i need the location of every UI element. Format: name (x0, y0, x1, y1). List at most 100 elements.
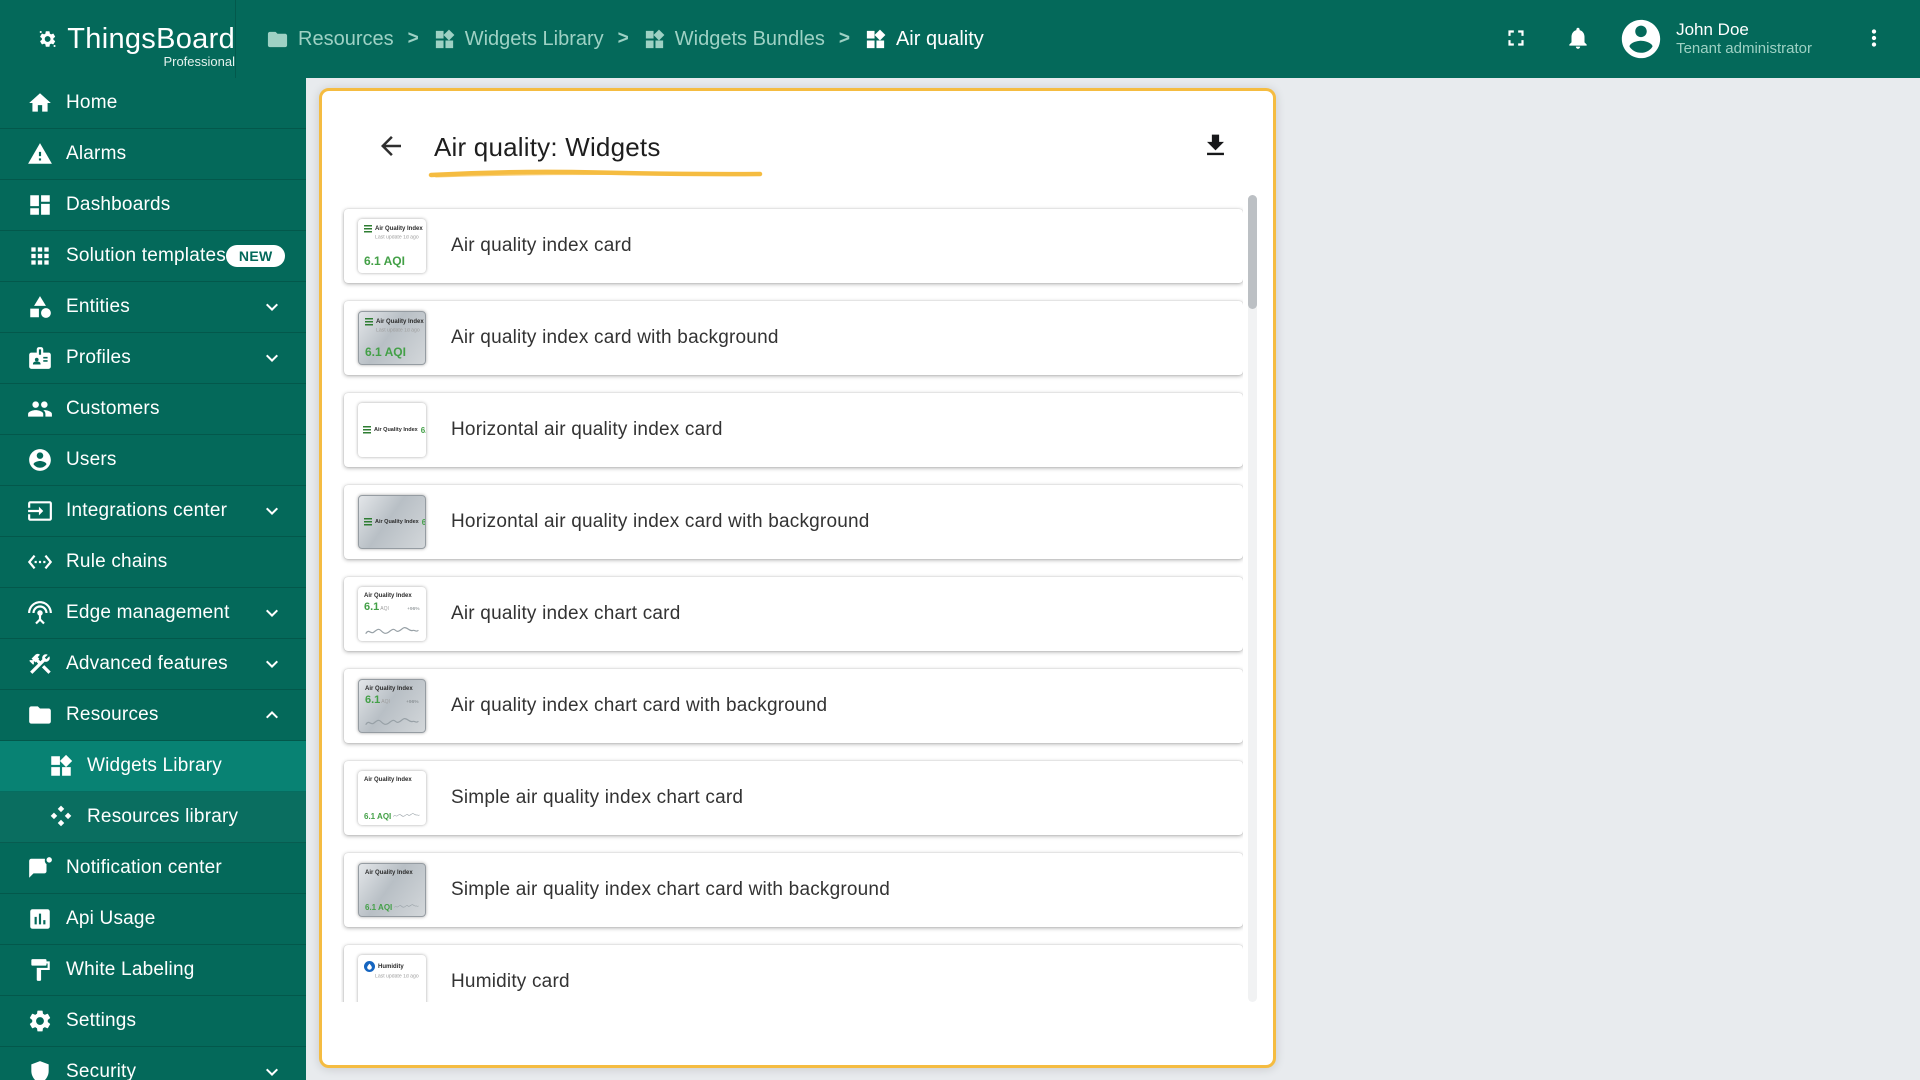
sidebar-item-edge-management[interactable]: Edge management (0, 588, 306, 639)
air-quality-icon (363, 426, 371, 434)
widget-row-air-quality-index-chart-card[interactable]: Air Quality Index 6.1 AQI +96% Air quality … (344, 577, 1243, 651)
edit-widget-button[interactable] (1112, 594, 1152, 634)
thumb-bottom-row: 6.1 AQI (365, 900, 419, 912)
sidebar-item-widgets-library[interactable]: Widgets Library (0, 741, 306, 792)
sidebar-item-home[interactable]: Home (0, 78, 306, 129)
sidebar-item-label: Solution templates (66, 245, 226, 266)
rule-chains-icon (27, 549, 53, 575)
brand-logo[interactable]: ThingsBoard Professional (0, 0, 236, 78)
widgets-bundle-card: Air quality: Widgets Air Quality Index La… (319, 88, 1276, 1068)
edge-icon (27, 600, 53, 626)
user-avatar[interactable] (1618, 16, 1664, 62)
sidebar-item-customers[interactable]: Customers (0, 384, 306, 435)
sidebar-item-label: Widgets Library (87, 755, 222, 776)
widget-row-air-quality-index-card-with-background[interactable]: Air Quality Index Last update 1d ago 6.1 A… (344, 301, 1243, 375)
widget-row-air-quality-index-card[interactable]: Air Quality Index Last update 1d ago 6.1 A… (344, 209, 1243, 283)
widget-row-simple-air-quality-index-chart-card-with-background[interactable]: Air Quality Index 6.1 AQI Simple air qual… (344, 853, 1243, 927)
breadcrumb-item-widgets-bundles[interactable]: Widgets Bundles (643, 28, 825, 51)
fullscreen-button[interactable] (1496, 19, 1536, 59)
sidebar-item-settings[interactable]: Settings (0, 996, 306, 1047)
air-quality-icon (364, 225, 372, 233)
download-widget-button[interactable] (1185, 870, 1225, 910)
breadcrumb-item-widgets-library[interactable]: Widgets Library (433, 28, 604, 51)
air-quality-icon (364, 518, 372, 526)
edit-widget-button[interactable] (1112, 318, 1152, 358)
title-highlight-underline (428, 169, 763, 177)
sidebar-item-resources[interactable]: Resources (0, 690, 306, 741)
widget-row-horizontal-air-quality-index-card[interactable]: Air Quality Index6.1 AQI Horizontal air … (344, 393, 1243, 467)
widgets-icon (48, 753, 74, 779)
edit-widget-button[interactable] (1112, 870, 1152, 910)
edit-widget-button[interactable] (1112, 502, 1152, 542)
widget-title: Air quality index card (451, 235, 632, 256)
widget-thumbnail-chart: Air Quality Index 6.1 AQI +96% (358, 679, 426, 733)
thumb-value: 6.1 AQI (364, 812, 392, 821)
sidebar-item-api-usage[interactable]: Api Usage (0, 894, 306, 945)
back-button[interactable] (370, 126, 412, 168)
download-widget-button[interactable] (1185, 410, 1225, 450)
download-widget-button[interactable] (1185, 318, 1225, 358)
notifications-button[interactable] (1558, 19, 1598, 59)
sidebar-item-entities[interactable]: Entities (0, 282, 306, 333)
widget-thumbnail-simple-chart: Air Quality Index 6.1 AQI (358, 863, 426, 917)
air-quality-icon (365, 318, 373, 326)
sidebar-item-label: Users (66, 449, 117, 470)
widget-row-humidity-card[interactable]: Humidity Last update 1d ago Humidity card (344, 945, 1243, 1002)
download-widget-button[interactable] (1185, 962, 1225, 1002)
download-widget-button[interactable] (1185, 686, 1225, 726)
list-scrollbar-thumb[interactable] (1248, 195, 1257, 309)
breadcrumb-item-resources[interactable]: Resources (266, 28, 394, 51)
thumb-value: 6.1 AQI (420, 425, 426, 435)
sidebar-item-resources-library[interactable]: Resources library (0, 792, 306, 843)
new-badge: NEW (225, 245, 286, 267)
more-menu-button[interactable] (1854, 19, 1894, 59)
download-widget-button[interactable] (1185, 502, 1225, 542)
edit-widget-button[interactable] (1112, 410, 1152, 450)
chevron-down-icon (260, 499, 284, 523)
download-icon (1201, 131, 1230, 163)
sidebar-item-integrations-center[interactable]: Integrations center (0, 486, 306, 537)
breadcrumb-item-air-quality[interactable]: Air quality (864, 28, 984, 51)
thumb-title: Humidity (378, 963, 404, 970)
widget-row-actions (1112, 410, 1225, 450)
brand-name: ThingsBoard (67, 22, 235, 55)
sidebar-item-solution-templates[interactable]: Solution templates NEW (0, 231, 306, 282)
widget-row-simple-air-quality-index-chart-card[interactable]: Air Quality Index 6.1 AQI Simple air qual… (344, 761, 1243, 835)
widget-thumbnail-chart: Air Quality Index 6.1 AQI +96% (358, 587, 426, 641)
breadcrumb-separator: > (838, 28, 850, 49)
widget-thumbnail-horizontal: Air Quality Index6.1 AQI (358, 403, 426, 457)
sidebar-item-users[interactable]: Users (0, 435, 306, 486)
edit-widget-button[interactable] (1112, 686, 1152, 726)
sidebar-item-alarms[interactable]: Alarms (0, 129, 306, 180)
folder-icon (266, 28, 289, 51)
export-bundle-button[interactable] (1193, 125, 1237, 169)
sidebar-item-notification-center[interactable]: Notification center (0, 843, 306, 894)
sidebar-item-security[interactable]: Security (0, 1047, 306, 1080)
widget-thumbnail-humidity: Humidity Last update 1d ago (358, 955, 426, 1002)
white-labeling-icon (27, 957, 53, 983)
edit-widget-button[interactable] (1112, 226, 1152, 266)
sidebar-item-advanced-features[interactable]: Advanced features (0, 639, 306, 690)
thumb-value: 6.1 AQI (365, 345, 406, 359)
thumb-title: Air Quality Index (374, 427, 418, 433)
list-scrollbar[interactable] (1248, 195, 1257, 1002)
widget-thumbnail-value: Air Quality Index Last update 1d ago 6.1 A… (358, 219, 426, 273)
widget-row-actions (1112, 502, 1225, 542)
thumb-bottom-row: 6.1 AQI (364, 809, 420, 821)
sidebar-item-white-labeling[interactable]: White Labeling (0, 945, 306, 996)
sidebar-item-rule-chains[interactable]: Rule chains (0, 537, 306, 588)
sidebar-item-label: Resources library (87, 806, 239, 827)
download-widget-button[interactable] (1185, 778, 1225, 818)
edit-widget-button[interactable] (1112, 962, 1152, 1002)
download-widget-button[interactable] (1185, 594, 1225, 634)
sidebar-nav: Home Alarms Dashboards Solution template… (0, 78, 306, 1080)
sidebar-item-profiles[interactable]: Profiles (0, 333, 306, 384)
widget-row-horizontal-air-quality-index-card-with-background[interactable]: Air Quality Index6.1 AQI Horizontal air … (344, 485, 1243, 559)
download-widget-button[interactable] (1185, 226, 1225, 266)
bell-icon (1565, 25, 1591, 54)
edit-widget-button[interactable] (1112, 778, 1152, 818)
sidebar-item-dashboards[interactable]: Dashboards (0, 180, 306, 231)
thumb-title: Air Quality Index (376, 319, 424, 325)
widget-row-air-quality-index-chart-card-with-background[interactable]: Air Quality Index 6.1 AQI +96% Air quality … (344, 669, 1243, 743)
thumb-title: Air Quality Index (375, 519, 419, 525)
